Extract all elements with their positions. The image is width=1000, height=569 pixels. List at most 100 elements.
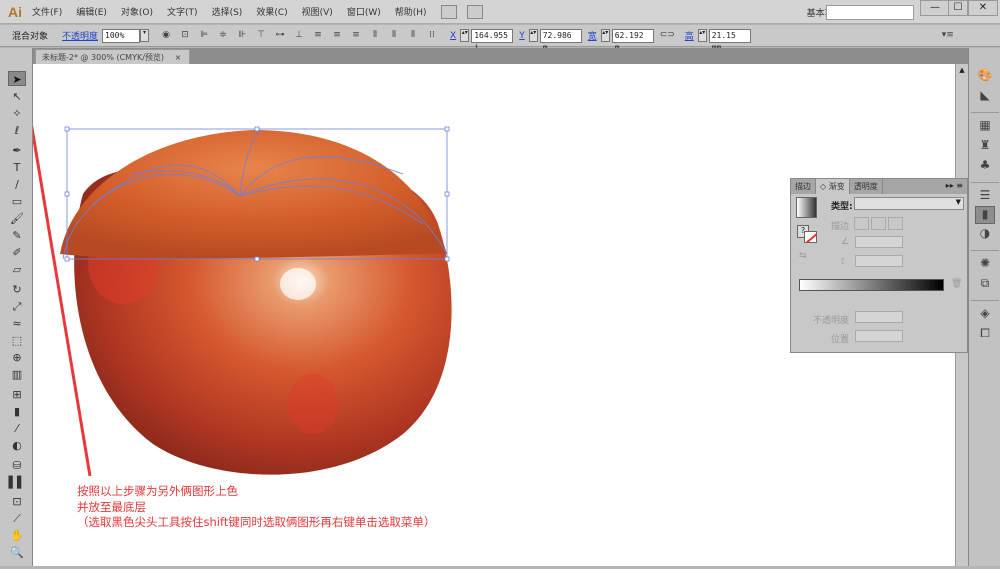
width-field[interactable]: 62.192 m [611, 28, 654, 52]
delete-stop-icon[interactable]: 🗑 [951, 279, 962, 289]
distribute-bottom-icon[interactable]: ≡ [349, 30, 363, 42]
tab-transparency[interactable]: 透明度 [850, 179, 883, 194]
opacity-field[interactable]: 100% [102, 28, 141, 43]
tab-stroke[interactable]: 描边 [791, 179, 816, 194]
artboards-icon[interactable]: ⧠ [975, 326, 995, 344]
width-spinner[interactable]: ▴▾ [600, 29, 610, 42]
align-top-icon[interactable]: ⊤ [254, 30, 268, 42]
x-field[interactable]: 164.955 i [471, 28, 514, 52]
eraser-tool[interactable]: ▱ [8, 262, 26, 277]
menu-window[interactable]: 窗口(W) [347, 5, 381, 18]
close-button[interactable]: ✕ [968, 0, 998, 16]
stroke-none-swatch[interactable] [804, 231, 817, 243]
pen-tool[interactable]: ✒ [8, 143, 26, 158]
selection-tool[interactable]: ➤ [8, 71, 26, 86]
menu-select[interactable]: 选择(S) [212, 5, 243, 18]
distribute-left-icon[interactable]: ⫴ [368, 30, 382, 42]
aspect-ratio-field[interactable] [855, 255, 903, 267]
menu-effect[interactable]: 效果(C) [256, 5, 287, 18]
height-field[interactable]: 21.15 mm [708, 28, 751, 52]
opacity-link[interactable]: 不透明度 [62, 29, 98, 42]
brushes-icon[interactable]: ♜ [975, 138, 995, 156]
layers-icon[interactable]: ◈ [975, 306, 995, 324]
rotate-tool[interactable]: ↻ [8, 282, 26, 297]
align-left-icon[interactable]: ⊫ [197, 30, 211, 42]
line-tool[interactable]: / [8, 177, 26, 192]
menu-object[interactable]: 对象(O) [121, 5, 153, 18]
distribute-top-icon[interactable]: ≡ [311, 30, 325, 42]
align-middle-icon[interactable]: ⊶ [273, 30, 287, 42]
menu-edit[interactable]: 编辑(E) [76, 5, 107, 18]
y-spinner[interactable]: ▴▾ [528, 29, 538, 42]
type-dropdown[interactable]: ▼ [854, 197, 964, 210]
symbols-icon[interactable]: ♣ [975, 158, 995, 176]
align-right-icon[interactable]: ⊪ [235, 30, 249, 42]
distribute-center-icon[interactable]: ⫴ [387, 30, 401, 42]
graphic-styles-icon[interactable]: ⧉ [975, 276, 995, 294]
type-tool[interactable]: T [8, 160, 26, 175]
gradient-panel-icon[interactable]: ▮ [975, 206, 995, 224]
scroll-up-arrow[interactable]: ▲ [956, 66, 968, 74]
menu-type[interactable]: 文字(T) [167, 5, 198, 18]
x-spinner[interactable]: ▴▾ [460, 29, 470, 42]
eyedropper-tool[interactable]: ⁄ [8, 421, 26, 436]
gradient-slider[interactable] [799, 279, 944, 291]
stroke-gradient-options[interactable] [854, 217, 904, 230]
menu-file[interactable]: 文件(F) [32, 5, 62, 18]
maximize-button[interactable]: ☐ [948, 0, 968, 16]
align-bottom-icon[interactable]: ⊥ [292, 30, 306, 42]
slice-tool[interactable]: ⟋ [8, 511, 26, 526]
magic-wand-tool[interactable]: ✧ [8, 106, 26, 121]
transparency-panel-icon[interactable]: ◑ [975, 226, 995, 244]
hand-tool[interactable]: ✋ [8, 528, 26, 543]
search-input[interactable] [826, 5, 914, 20]
distribute-right-icon[interactable]: ⫴ [406, 30, 420, 42]
color-guide-icon[interactable]: ◣ [975, 88, 995, 106]
close-tab-icon[interactable]: × [175, 53, 182, 62]
menu-view[interactable]: 视图(V) [302, 5, 333, 18]
constrain-proportions-icon[interactable]: ⊂⊃ [660, 30, 675, 42]
scale-tool[interactable]: ⤢ [8, 299, 26, 314]
arrange-documents-button[interactable] [466, 4, 483, 19]
opacity-dropdown[interactable]: ▾ [140, 29, 150, 42]
height-spinner[interactable]: ▴▾ [697, 29, 707, 42]
stroke-panel-icon[interactable]: ☰ [975, 188, 995, 206]
warp-tool[interactable]: ≈ [8, 316, 26, 331]
swatches-icon[interactable]: ▦ [975, 118, 995, 136]
align-selection-icon[interactable]: ⊡ [178, 30, 192, 42]
angle-field[interactable] [855, 236, 903, 248]
control-menu-icon[interactable]: ▾≡ [941, 30, 955, 42]
bridge-button[interactable] [440, 4, 457, 19]
menu-help[interactable]: 帮助(H) [395, 5, 427, 18]
gradient-tool[interactable]: ▮ [8, 404, 26, 419]
paintbrush-tool[interactable]: 🖌 [8, 211, 26, 226]
column-graph-tool[interactable]: ▌▌ [8, 475, 26, 490]
lasso-tool[interactable]: ℓ [8, 123, 26, 138]
perspective-grid-tool[interactable]: ▥ [8, 367, 26, 382]
panel-menu-icon[interactable]: ▸▸ ≡ [942, 179, 967, 194]
tab-gradient[interactable]: ◇ 渐变 [816, 179, 850, 194]
artboard-tool[interactable]: ⊡ [8, 494, 26, 509]
blob-brush-tool[interactable]: ✐ [8, 245, 26, 260]
color-panel-icon[interactable]: 🎨 [975, 68, 995, 86]
distribute-middle-icon[interactable]: ≡ [330, 30, 344, 42]
reference-point-icon[interactable]: ⁞⁞ [425, 30, 439, 42]
recolor-icon[interactable]: ◉ [159, 30, 173, 42]
gradient-preview-swatch[interactable] [796, 197, 817, 218]
direct-selection-tool[interactable]: ↖ [8, 89, 26, 104]
mesh-tool[interactable]: ⊞ [8, 387, 26, 402]
opacity-field[interactable] [855, 311, 903, 323]
rectangle-tool[interactable]: ▭ [8, 194, 26, 209]
pencil-tool[interactable]: ✎ [8, 228, 26, 243]
reverse-gradient-icon[interactable]: ⇆ [799, 251, 807, 261]
location-field[interactable] [855, 330, 903, 342]
appearance-icon[interactable]: ✺ [975, 256, 995, 274]
shape-builder-tool[interactable]: ⊕ [8, 350, 26, 365]
align-center-icon[interactable]: ≑ [216, 30, 230, 42]
minimize-button[interactable]: — [920, 0, 950, 16]
free-transform-tool[interactable]: ⬚ [8, 333, 26, 348]
symbol-sprayer-tool[interactable]: ⛁ [8, 458, 26, 473]
blend-tool[interactable]: ◐ [8, 438, 26, 453]
document-tab[interactable]: 未标题-2* @ 300% (CMYK/预览) × [35, 49, 190, 64]
zoom-tool[interactable]: 🔍 [8, 545, 26, 560]
